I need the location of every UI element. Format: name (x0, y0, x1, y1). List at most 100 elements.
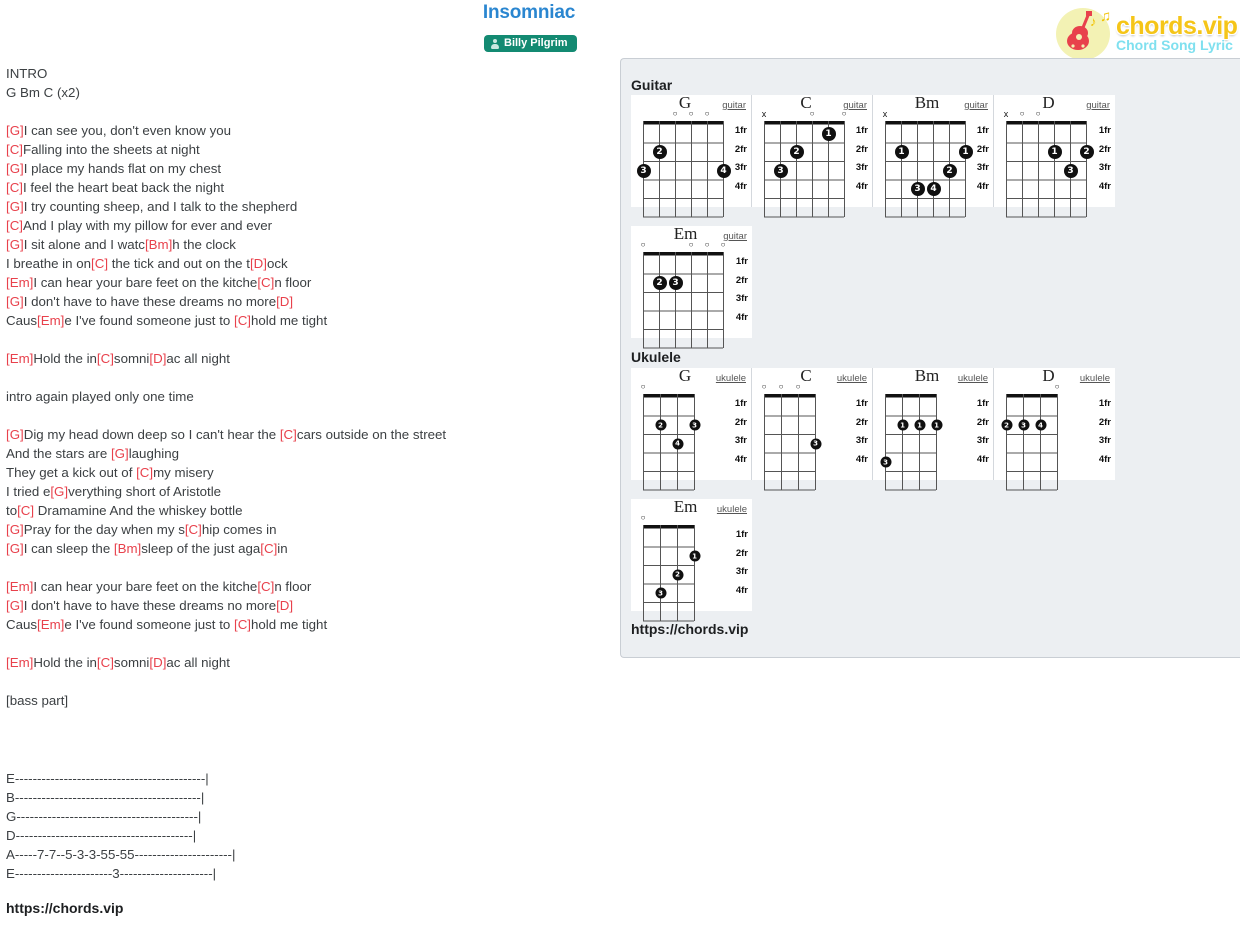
ukulele-chord-row-1: Gukulele ○ 2 3 4 1fr 2fr 3fr 4fr Cukulele ○ ○ ○ 3 1fr 2… (631, 366, 1115, 491)
person-icon (491, 38, 499, 49)
fret-labels: 1fr 2fr 3fr 4fr (1099, 122, 1111, 196)
chord-diagrams-panel: Guitar Gguitar ○ ○ ○ 2 3 4 1fr 2fr 3fr 4fr Cguitar x… (620, 58, 1240, 658)
chord-card-em-guitar[interactable]: Em guitar ○ ○ ○ ○ 2 3 1fr 2fr 3fr 4fr (631, 224, 752, 349)
chord-token[interactable]: [G] (111, 446, 129, 461)
chord-token[interactable]: [C] (17, 503, 34, 518)
chord-card-g-ukulele[interactable]: Gukulele ○ 2 3 4 1fr 2fr 3fr 4fr (631, 366, 752, 491)
chord-token[interactable]: [Em] (6, 351, 33, 366)
chord-token[interactable]: [C] (97, 351, 114, 366)
lyric-line: [Em]I can hear your bare feet on the kit… (6, 273, 606, 292)
finger-dot: 3 (636, 163, 651, 178)
chord-card-bm-ukulele[interactable]: Bm ukulele 1 1 1 3 1fr 2fr 3fr 4fr (873, 366, 994, 491)
chord-card-d-guitar[interactable]: Dguitar x ○ ○ 1 2 3 1fr 2fr 3fr 4fr (994, 93, 1115, 218)
chord-token[interactable]: [G] (50, 484, 68, 499)
chord-token[interactable]: [Bm] (145, 237, 172, 252)
chord-token[interactable]: [D] (276, 598, 293, 613)
lyric-text: Caus (6, 313, 38, 328)
logo-tagline: Chord Song Lyric (1116, 37, 1233, 53)
chord-token[interactable]: [C] (91, 256, 108, 271)
lyric-text: Dig my head down deep so I can't hear th… (23, 427, 280, 442)
chord-card-em-ukulele[interactable]: Em ukulele ○ 1 2 3 1fr 2fr 3fr 4fr (631, 497, 752, 622)
chord-token[interactable]: [G] (6, 237, 24, 252)
chord-token[interactable]: [Em] (37, 617, 64, 632)
finger-dot: 2 (942, 163, 957, 178)
site-logo[interactable]: ♪ ♫ chords.vip Chord Song Lyric (1050, 4, 1238, 62)
chord-card-d-ukulele[interactable]: Dukulele ○ 2 3 4 1fr 2fr 3fr 4fr (994, 366, 1115, 491)
footer-url-left[interactable]: https://chords.vip (6, 900, 123, 916)
fret-label: 4fr (734, 453, 747, 465)
chord-token[interactable]: [C] (6, 142, 23, 157)
finger-dot: 2 (672, 569, 683, 581)
fret-label: 1fr (1098, 125, 1111, 136)
chord-token[interactable]: [G] (6, 541, 24, 556)
chord-token[interactable]: [G] (6, 294, 24, 309)
finger-dot: 3 (668, 276, 683, 291)
chord-token[interactable]: [C] (257, 275, 274, 290)
chord-token[interactable]: [C] (280, 427, 297, 442)
chord-token[interactable]: [G] (6, 123, 24, 138)
chord-token[interactable]: [G] (6, 598, 24, 613)
chord-card-bm-guitar[interactable]: Bm guitar x 1 1 2 3 4 1fr 2fr 3fr 4fr (873, 93, 994, 218)
chord-token[interactable]: [D] (149, 351, 166, 366)
open-string-icon: ○ (640, 240, 646, 249)
chord-card-instrument[interactable]: guitar (964, 100, 988, 111)
lyric-line (6, 634, 606, 653)
lyric-line: I tried e[G]verything short of Aristotle (6, 482, 606, 501)
chord-token[interactable]: [C] (6, 180, 23, 195)
chord-token[interactable]: [C] (234, 313, 251, 328)
chord-token[interactable]: [G] (6, 199, 24, 214)
fretboard: 23 4 (636, 121, 731, 218)
finger-dot: 3 (689, 419, 700, 431)
lyric-text: I tried e (6, 484, 51, 499)
chord-token[interactable]: [D] (276, 294, 293, 309)
finger-dot: 3 (810, 438, 821, 450)
ukulele-section-label: Ukulele (631, 349, 681, 365)
chord-token[interactable]: [D] (250, 256, 267, 271)
open-string-icon: ○ (704, 240, 710, 249)
chord-token[interactable]: [G] (6, 161, 24, 176)
chord-token[interactable]: [D] (149, 655, 166, 670)
panel-footer-url[interactable]: https://chords.vip (631, 621, 748, 637)
fret-label: 3fr (1098, 162, 1111, 173)
lyric-line: [G]Dig my head down deep so I can't hear… (6, 425, 606, 444)
chord-token[interactable]: [C] (185, 522, 202, 537)
fret-label: 1fr (976, 398, 989, 409)
chord-token[interactable]: [C] (257, 579, 274, 594)
lyric-line: INTRO (6, 64, 606, 83)
chord-card-instrument[interactable]: guitar (723, 231, 747, 242)
chord-token[interactable]: [Em] (37, 313, 64, 328)
chord-token[interactable]: [C] (234, 617, 251, 632)
chord-token[interactable]: [C] (136, 465, 153, 480)
chord-token[interactable]: [C] (97, 655, 114, 670)
lyric-text: Falling into the sheets at night (23, 142, 200, 157)
finger-dot: 1 (897, 419, 908, 431)
lyric-text: n floor (274, 579, 312, 594)
chord-token[interactable]: [Em] (6, 655, 33, 670)
lyric-text: laughing (128, 446, 179, 461)
chord-card-instrument[interactable]: guitar (722, 100, 746, 111)
lyrics-body: INTRO G Bm C (x2) [G]I can see you, don't… (6, 64, 606, 710)
lyric-text: Hold the in (33, 351, 97, 366)
chord-token[interactable]: [C] (6, 218, 23, 233)
chord-card-g-guitar[interactable]: Gguitar ○ ○ ○ 2 3 4 1fr 2fr 3fr 4fr (631, 93, 752, 218)
chord-token[interactable]: [C] (260, 541, 277, 556)
lyric-line: [G]I can see you, don't even know you (6, 121, 606, 140)
fret-label: 3fr (855, 435, 868, 446)
chord-token[interactable]: [Em] (6, 579, 33, 594)
chord-card-instrument[interactable]: guitar (1086, 100, 1110, 111)
muted-string-icon: x (1003, 109, 1009, 119)
chord-token[interactable]: [Em] (6, 275, 33, 290)
artist-badge[interactable]: Billy Pilgrim (484, 35, 577, 52)
chord-token[interactable]: [Bm] (114, 541, 141, 556)
chord-token[interactable]: [G] (6, 522, 24, 537)
fret-label: 1fr (1098, 398, 1111, 409)
muted-string-icon: x (761, 109, 767, 119)
chord-card-instrument[interactable]: guitar (843, 100, 867, 111)
chord-card-c-guitar[interactable]: Cguitar x ○ ○ 1 2 3 1fr 2fr 3fr 4fr (752, 93, 873, 218)
lyric-text: G Bm C (x2) (6, 85, 80, 100)
chord-token[interactable]: [G] (6, 427, 24, 442)
chord-card-c-ukulele[interactable]: Cukulele ○ ○ ○ 3 1fr 2fr 3fr 4fr (752, 366, 873, 491)
open-string-icon: ○ (688, 240, 694, 249)
lyric-text: [bass part] (6, 693, 69, 708)
lyric-text: I can sleep the (23, 541, 114, 556)
